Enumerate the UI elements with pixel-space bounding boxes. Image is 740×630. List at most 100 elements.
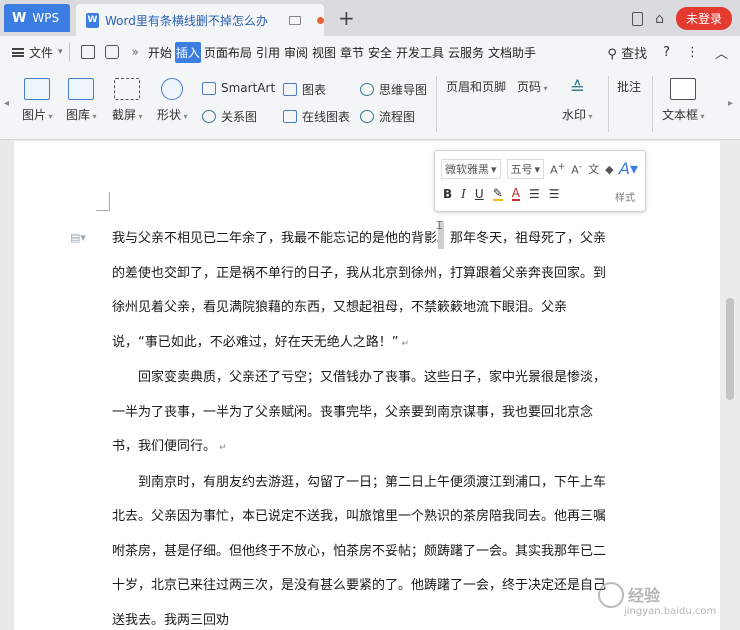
shapes-button[interactable]: 形状 bbox=[157, 78, 188, 123]
document-body[interactable]: 我与父亲不相见已二年余了，我最不能忘记的是他的背影。那年冬天，祖母死了，父亲的差… bbox=[112, 222, 612, 630]
wps-home-tab[interactable]: W WPS bbox=[4, 4, 70, 32]
paragraph: 到南京时，有朋友约去游逛，勾留了一日；第二日上午便须渡江到浦口，下午上车北去。父… bbox=[112, 466, 612, 630]
title-bar: W WPS W Word里有条横线删不掉怎么办 + ⌂ 未登录 bbox=[0, 0, 740, 36]
tab-references[interactable]: 引用 bbox=[255, 42, 281, 63]
word-doc-icon: W bbox=[86, 12, 99, 28]
screenshot-icon bbox=[114, 78, 141, 100]
phonetic-guide-icon[interactable]: 文 bbox=[588, 161, 599, 177]
smartart-button[interactable]: SmartArt bbox=[202, 81, 275, 95]
ribbon-scroll-right-icon[interactable]: ▸ bbox=[728, 98, 733, 109]
styles-icon[interactable]: A▾ bbox=[619, 159, 638, 178]
page-number-button[interactable]: 页码 bbox=[517, 78, 551, 243]
font-name-select[interactable]: 微软雅黑 ▾ bbox=[441, 159, 501, 179]
paragraph-mark-icon: ↵ bbox=[219, 443, 227, 453]
picture-button[interactable]: 图片 bbox=[22, 78, 53, 123]
watermark-button[interactable]: ≙ 水印 bbox=[562, 78, 593, 123]
tab-developer[interactable]: 开发工具 bbox=[395, 42, 445, 63]
font-size-value: 五号 bbox=[510, 163, 533, 176]
smartart-label: SmartArt bbox=[221, 81, 276, 95]
notification-icon[interactable]: ⌂ bbox=[655, 11, 664, 27]
clear-format-icon[interactable]: ◆ bbox=[605, 163, 613, 176]
paragraph-text: 到南京时，有朋友约去游逛，勾留了一日；第二日上午便须渡江到浦口，下午上车北去。父… bbox=[112, 474, 607, 628]
baidu-jingyan-watermark: 经验 jingyan.baidu.com bbox=[598, 580, 738, 626]
gallery-icon bbox=[68, 78, 95, 100]
relation-chart-icon bbox=[202, 110, 216, 123]
flowchart-button[interactable]: 流程图 bbox=[360, 108, 415, 125]
document-tab[interactable]: W Word里有条横线删不掉怎么办 bbox=[76, 4, 324, 36]
relation-chart-button[interactable]: 关系图 bbox=[202, 108, 257, 125]
chevron-down-icon: ▾ bbox=[491, 162, 497, 176]
document-tab-title: Word里有条横线删不掉怎么办 bbox=[105, 13, 268, 28]
watermark-url: jingyan.baidu.com bbox=[624, 606, 717, 617]
tab-section[interactable]: 章节 bbox=[339, 42, 365, 63]
bullet-list-icon[interactable]: ☰ bbox=[529, 187, 540, 201]
screenshot-button[interactable]: 截屏 bbox=[112, 78, 143, 123]
comment-label: 批注 bbox=[617, 80, 642, 94]
font-size-select[interactable]: 五号 ▾ bbox=[506, 159, 545, 179]
paragraph: 我与父亲不相见已二年余了，我最不能忘记的是他的背影。那年冬天，祖母死了，父亲的差… bbox=[112, 222, 612, 361]
chart-button[interactable]: 图表 bbox=[283, 81, 326, 98]
print-icon[interactable] bbox=[104, 45, 119, 59]
hamburger-icon bbox=[12, 47, 24, 57]
more-quick-access-icon[interactable]: » bbox=[132, 45, 139, 59]
comment-button[interactable]: 批注 bbox=[617, 78, 651, 243]
divider bbox=[436, 76, 437, 132]
find-label: 查找 bbox=[621, 47, 648, 62]
divider bbox=[608, 76, 609, 132]
mind-map-icon bbox=[360, 83, 374, 96]
styles-label: 样式 bbox=[615, 193, 635, 204]
text-cursor-icon: ⌶ bbox=[436, 219, 443, 232]
file-menu[interactable]: 文件 ▾ bbox=[12, 44, 63, 61]
screenshot-label: 截屏 bbox=[112, 106, 143, 123]
watermark-label: 水印 bbox=[562, 106, 593, 123]
tab-security[interactable]: 安全 bbox=[367, 42, 393, 63]
monitor-icon[interactable] bbox=[289, 15, 301, 25]
header-footer-label: 页眉和页脚 bbox=[446, 80, 507, 94]
grow-font-icon[interactable]: A+ bbox=[550, 161, 565, 177]
gallery-button[interactable]: 图库 bbox=[66, 78, 97, 123]
bold-icon[interactable]: B bbox=[443, 187, 452, 201]
italic-icon[interactable]: I bbox=[461, 187, 466, 201]
find-button[interactable]: ⚲ 查找 bbox=[607, 43, 647, 62]
ribbon-tabs: 开始 插入 页面布局 引用 审阅 视图 章节 安全 开发工具 云服务 文档助手 bbox=[147, 41, 537, 63]
scrollbar-thumb[interactable] bbox=[726, 298, 734, 400]
tab-review[interactable]: 审阅 bbox=[283, 42, 309, 63]
wps-home-label: WPS bbox=[32, 11, 60, 25]
save-icon[interactable] bbox=[80, 45, 95, 59]
collapse-ribbon-icon[interactable]: ︿ bbox=[715, 43, 728, 62]
tab-insert[interactable]: 插入 bbox=[174, 41, 201, 63]
underline-icon[interactable]: U bbox=[475, 187, 484, 201]
tab-home[interactable]: 开始 bbox=[147, 42, 173, 63]
page-number-label: 页码 bbox=[517, 78, 548, 95]
online-chart-button[interactable]: 在线图表 bbox=[283, 108, 350, 125]
mind-map-label: 思维导图 bbox=[379, 83, 428, 97]
ribbon-scroll-left-icon[interactable]: ◂ bbox=[4, 98, 9, 109]
margin-corner-mark bbox=[96, 192, 110, 211]
paragraph-mark-icon: ↵ bbox=[401, 338, 410, 349]
tab-doc-assistant[interactable]: 文档助手 bbox=[487, 42, 537, 63]
online-chart-icon bbox=[283, 110, 297, 123]
numbered-list-icon[interactable]: ☰ bbox=[549, 187, 560, 201]
ribbon-insert: ◂ 图片 图库 截屏 形状 SmartArt 关系图 图表 在线图表 思维导图 … bbox=[0, 68, 740, 243]
textbox-button[interactable]: 文本框 bbox=[662, 78, 705, 123]
paragraph-handle-icon[interactable]: ▤▾ bbox=[70, 231, 86, 244]
help-button[interactable]: ? bbox=[663, 45, 670, 60]
tab-page-layout[interactable]: 页面布局 bbox=[203, 42, 253, 63]
tab-view[interactable]: 视图 bbox=[311, 42, 337, 63]
highlight-color-icon[interactable]: ✎ bbox=[492, 187, 503, 201]
mind-map-button[interactable]: 思维导图 bbox=[360, 81, 427, 98]
shrink-font-icon[interactable]: A- bbox=[571, 161, 582, 177]
wps-logo-icon: W bbox=[12, 10, 27, 26]
shapes-label: 形状 bbox=[157, 106, 188, 123]
window-mode-icon[interactable] bbox=[632, 11, 644, 26]
shapes-icon bbox=[161, 78, 184, 100]
new-tab-button[interactable]: + bbox=[338, 6, 355, 30]
more-options-icon[interactable]: ⋮ bbox=[686, 45, 699, 60]
divider bbox=[652, 76, 653, 132]
header-footer-button[interactable]: 页眉和页脚 bbox=[446, 78, 507, 243]
divider bbox=[68, 43, 70, 61]
flowchart-icon bbox=[360, 110, 374, 123]
tab-cloud[interactable]: 云服务 bbox=[447, 42, 485, 63]
font-color-icon[interactable]: A bbox=[511, 187, 520, 201]
login-button[interactable]: 未登录 bbox=[675, 7, 732, 30]
